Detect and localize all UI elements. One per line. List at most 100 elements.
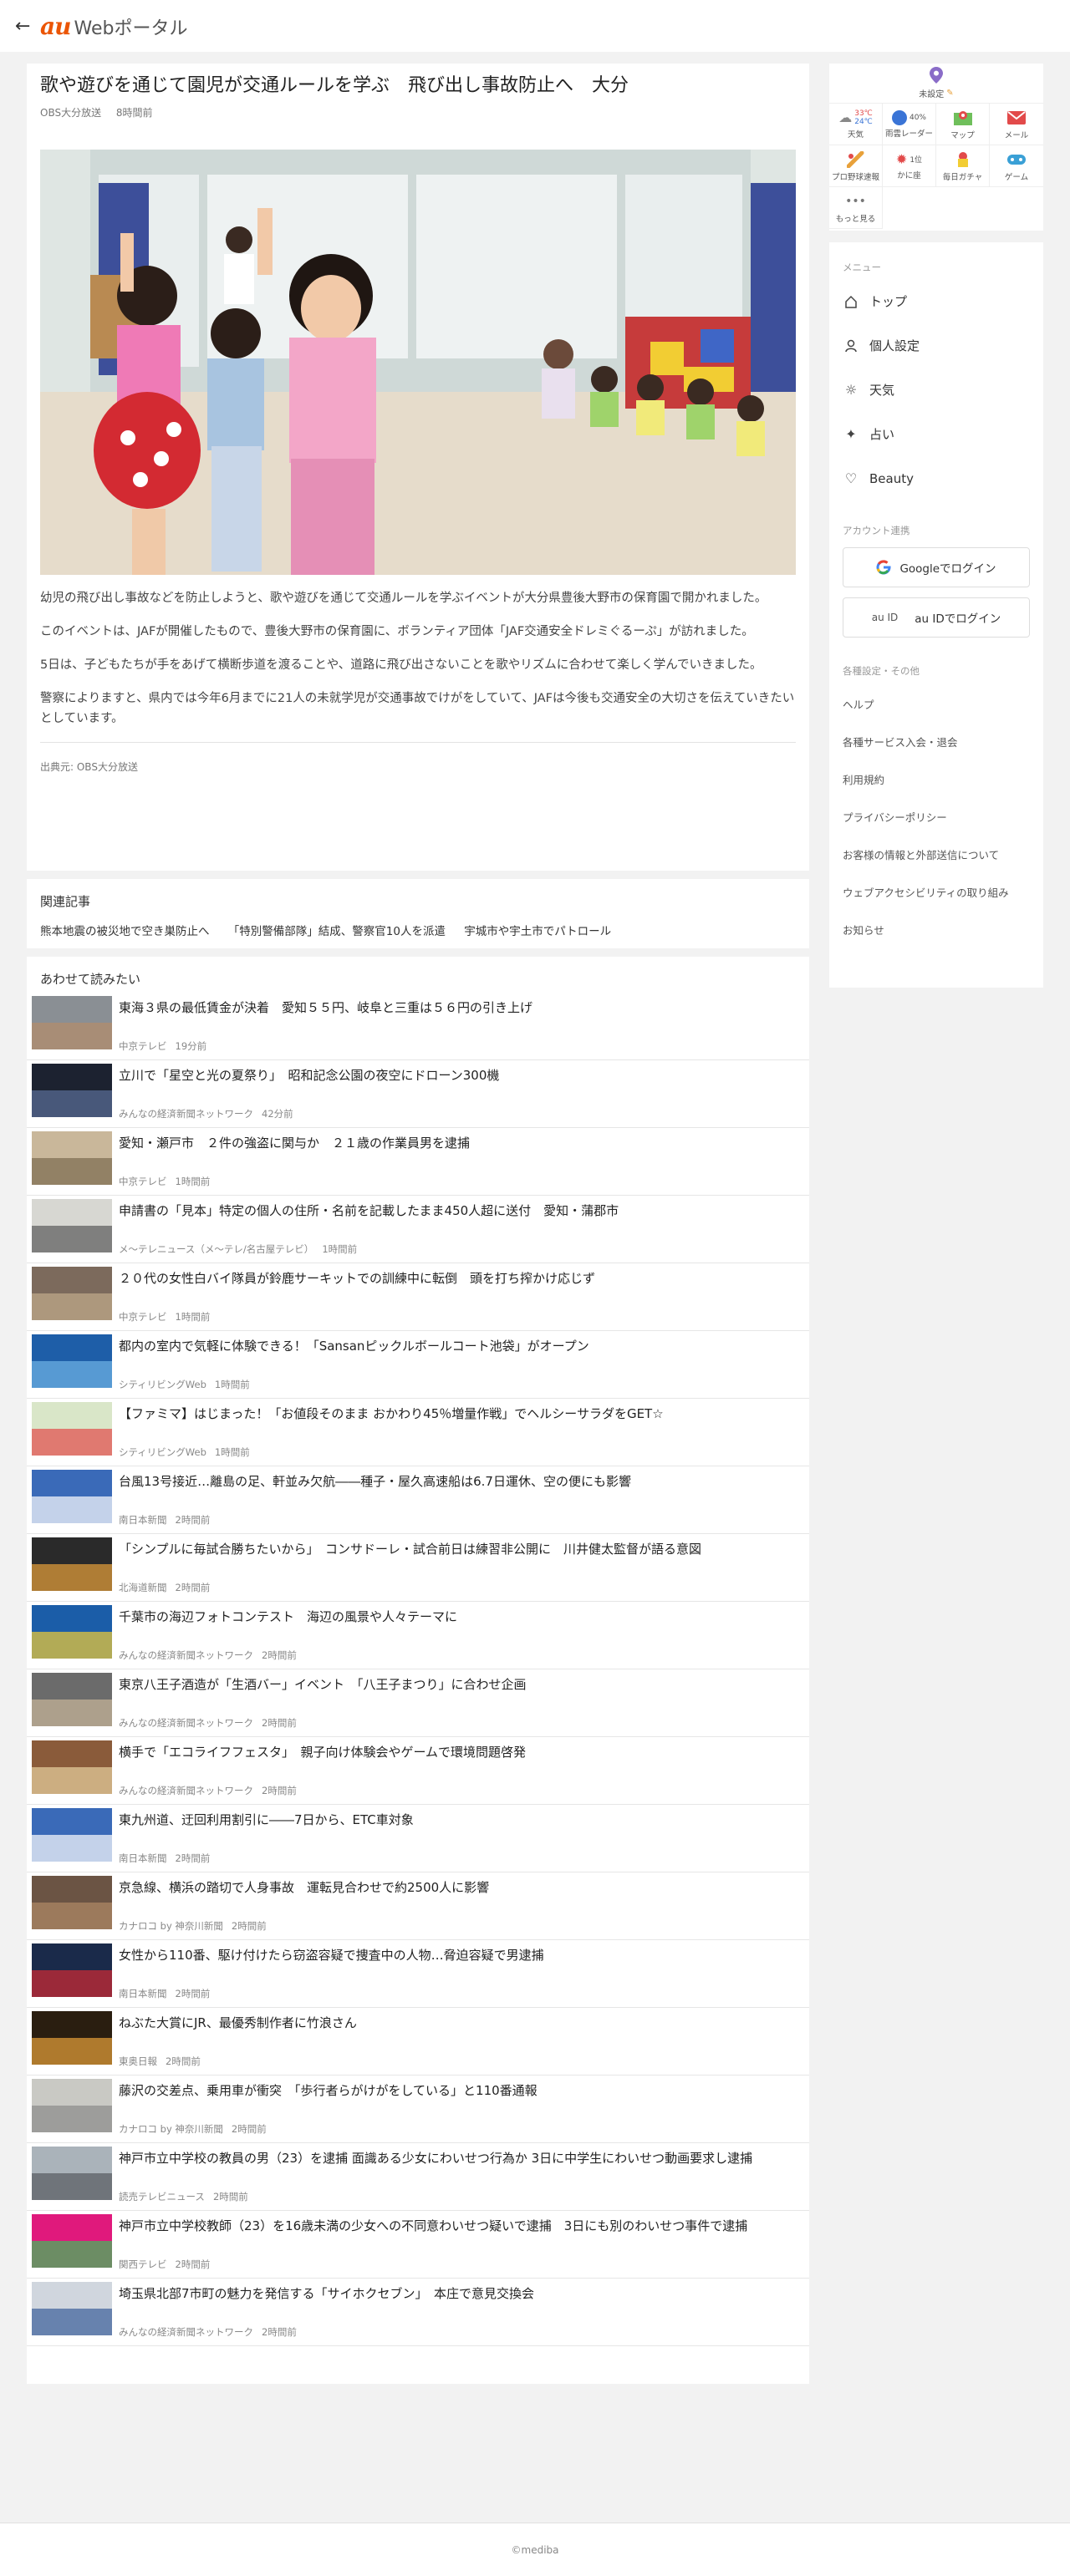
related-link[interactable]: 宇城市や宇土市でパトロール [464, 925, 611, 938]
menu-item-fortune[interactable]: ✦ 占い [843, 412, 1030, 456]
rain-label: 雨雲レーダー [884, 129, 933, 139]
article-thumbnail [32, 1740, 112, 1794]
recommended-item-source: メ〜テレニュース（メ〜テレ/名古屋テレビ） [119, 1243, 314, 1255]
location-setting[interactable]: 未設定 ✎ [829, 67, 1043, 104]
article-source: 出典元: OBS大分放送 [40, 761, 138, 773]
service-horoscope[interactable]: ✹ 1位 かに座 [883, 145, 936, 187]
recommended-item-title: 神戸市立中学校の教員の男（23）を逮捕 面識ある少女にわいせつ行為か 3日に中学… [119, 2151, 753, 2166]
recommended-item[interactable]: 申請書の「見本」特定の個人の住所・名前を記載したまま450人超に送付 愛知・蒲郡… [27, 1196, 809, 1263]
recommended-item-time: 2時間前 [175, 1852, 211, 1864]
article-meta: OBS大分放送 8時間前 [40, 105, 796, 119]
recommended-item-title: 横手で「エコライフフェスタ」 親子向け体験会やゲームで環境問題啓発 [119, 1745, 527, 1760]
recommended-item[interactable]: 【ファミマ】はじまった！「お値段そのまま おかわり45％増量作戦」でヘルシーサラ… [27, 1399, 809, 1466]
recommended-item[interactable]: 東九州道、迂回利用割引に――7日から、ETC車対象 南日本新聞 2時間前 [27, 1805, 809, 1872]
game-controller-icon [1006, 150, 1027, 169]
map-icon [953, 109, 973, 127]
recommended-item[interactable]: 愛知・瀬戸市 ２件の強盗に関与か ２１歳の作業員男を逮捕 中京テレビ 1時間前 [27, 1128, 809, 1196]
pencil-icon: ✎ [946, 89, 954, 98]
more-label: もっと見る [835, 214, 876, 224]
recommended-item-time: 2時間前 [175, 1514, 211, 1526]
recommended-item-time: 2時間前 [231, 2123, 267, 2135]
recommended-item-meta: みんなの経済新聞ネットワーク 2時間前 [119, 1784, 804, 1797]
recommended-item-time: 2時間前 [262, 1649, 297, 1661]
recommended-item[interactable]: 神戸市立中学校教師（23）を16歳未満の少女への不同意わいせつ疑いで逮捕 3日に… [27, 2211, 809, 2279]
service-game[interactable]: ゲーム [990, 145, 1043, 187]
auid-login-button[interactable]: au ID au IDでログイン [843, 597, 1030, 638]
terms-link[interactable]: 利用規約 [843, 761, 1030, 799]
service-rain-radar[interactable]: 40% 雨雲レーダー [883, 104, 936, 145]
recommended-item-meta: シティリビングWeb 1時間前 [119, 1378, 804, 1391]
recommended-item-time: 1時間前 [322, 1243, 358, 1255]
recommended-item[interactable]: 京急線、横浜の踏切で人身事故 運転見合わせで約2500人に影響 カナロコ by 神… [27, 1872, 809, 1940]
recommended-item-body: ねぶた大賞にJR、最優秀制作者に竹浪さん 東奥日報 2時間前 [119, 2011, 804, 2075]
service-weather[interactable]: ☁ 33℃ 24℃ 天気 [829, 104, 883, 145]
service-map[interactable]: マップ [936, 104, 990, 145]
article-title: 歌や遊びを通じて園児が交通ルールを学ぶ 飛び出し事故防止へ 大分 [40, 75, 629, 96]
related-link[interactable]: 「特別警備部隊」結成、警察官10人を派遣 [228, 925, 446, 938]
recommended-item-title: 都内の室内で気軽に体験できる！「Sansanピックルボールコート池袋」がオープン [119, 1339, 589, 1354]
recommended-item[interactable]: 「シンプルに毎試合勝ちたいから」 コンサドーレ・試合前日は練習非公開に 川井健太… [27, 1534, 809, 1602]
recommended-list: 東海３県の最低賃金が決着 愛知５５円、岐阜と三重は５６円の引き上げ 中京テレビ 19… [27, 993, 809, 2346]
recommended-item[interactable]: 台風13号接近…離島の足、軒並み欠航――種子・屋久高速船は6.7日運休、空の便に… [27, 1466, 809, 1534]
gacha-label: 毎日ガチャ [942, 172, 983, 182]
article-card: 歌や遊びを通じて園児が交通ルールを学ぶ 飛び出し事故防止へ 大分 OBS大分放送… [27, 64, 809, 871]
recommended-item-meta: みんなの経済新聞ネットワーク 42分前 [119, 1107, 804, 1120]
recommended-item-meta: メ〜テレニュース（メ〜テレ/名古屋テレビ） 1時間前 [119, 1242, 804, 1256]
back-arrow-icon[interactable]: ← [15, 16, 40, 37]
recommended-item-body: 立川で「星空と光の夏祭り」 昭和記念公園の夜空にドローン300機 みんなの経済新聞… [119, 1064, 804, 1127]
recommended-item[interactable]: 東海３県の最低賃金が決着 愛知５５円、岐阜と三重は５６円の引き上げ 中京テレビ 19… [27, 993, 809, 1060]
recommended-item-source: 南日本新聞 [119, 1988, 167, 1999]
help-link[interactable]: ヘルプ [843, 686, 1030, 724]
article-thumbnail [32, 996, 112, 1049]
service-join-link[interactable]: 各種サービス入会・退会 [843, 724, 1030, 761]
article-thumbnail [32, 1537, 112, 1591]
menu-item-weather[interactable]: ☼ 天気 [843, 368, 1030, 412]
recommended-item[interactable]: 都内の室内で気軽に体験できる！「Sansanピックルボールコート池袋」がオープン… [27, 1331, 809, 1399]
service-gacha[interactable]: 毎日ガチャ [936, 145, 990, 187]
au-web-portal-logo[interactable]: au Webポータル [40, 13, 187, 40]
external-transmission-link[interactable]: お客様の情報と外部送信について [843, 836, 1030, 874]
recommended-item[interactable]: 埼玉県北部7市町の魅力を発信する「サイホクセブン」 本庄で意見交換会 みんなの経済… [27, 2279, 809, 2346]
service-mail[interactable]: メール [990, 104, 1043, 145]
recommended-item[interactable]: 千葉市の海辺フォトコンテスト 海辺の風景や人々テーマに みんなの経済新聞ネットワー… [27, 1602, 809, 1669]
recommended-item[interactable]: 神戸市立中学校の教員の男（23）を逮捕 面識ある少女にわいせつ行為か 3日に中学… [27, 2143, 809, 2211]
recommended-item-time: 2時間前 [175, 2258, 211, 2270]
article-thumbnail [32, 1334, 112, 1388]
weather-label: 天気 [847, 130, 864, 140]
related-links: 熊本地震の被災地で空き巣防止へ 「特別警備部隊」結成、警察官10人を派遣 宇城市… [40, 922, 796, 938]
menu-item-top[interactable]: トップ [843, 279, 1030, 323]
recommended-item-meta: 東奥日報 2時間前 [119, 2055, 804, 2068]
menu-item-label: トップ [869, 294, 908, 309]
recommended-item-body: 申請書の「見本」特定の個人の住所・名前を記載したまま450人超に送付 愛知・蒲郡… [119, 1199, 804, 1263]
recommended-item-time: 2時間前 [231, 1920, 267, 1932]
recommended-item-time: 2時間前 [262, 1717, 297, 1729]
recommended-item[interactable]: 立川で「星空と光の夏祭り」 昭和記念公園の夜空にドローン300機 みんなの経済新聞… [27, 1060, 809, 1128]
recommended-item[interactable]: 横手で「エコライフフェスタ」 親子向け体験会やゲームで環境問題啓発みんなの経済新… [27, 1737, 809, 1805]
recommended-item[interactable]: ねぶた大賞にJR、最優秀制作者に竹浪さん 東奥日報 2時間前 [27, 2008, 809, 2076]
recommended-item-source: シティリビングWeb [119, 1446, 206, 1458]
recommended-item[interactable]: 東京八王子酒造が「生酒バー」イベント 「八王子まつり」に合わせ企画 みんなの経済新… [27, 1669, 809, 1737]
menu-item-beauty[interactable]: ♡ Beauty [843, 456, 1030, 500]
google-login-button[interactable]: Googleでログイン [843, 547, 1030, 587]
menu-item-label: 占い [869, 427, 895, 442]
game-label: ゲーム [1004, 172, 1029, 182]
privacy-link[interactable]: プライバシーポリシー [843, 799, 1030, 836]
google-login-label: Googleでログイン [899, 562, 996, 576]
recommended-item-title: 藤沢の交差点、乗用車が衝突 「歩行者らがけがをしている」と110番通報 [119, 2083, 538, 2098]
menu-item-personal-settings[interactable]: 個人設定 [843, 323, 1030, 368]
recommended-item[interactable]: ２０代の女性白バイ隊員が鈴鹿サーキットでの訓練中に転倒 頭を打ち搾かけ応じず 中京… [27, 1263, 809, 1331]
article-publisher: OBS大分放送 [40, 107, 102, 119]
recommended-item-meta: 南日本新聞 2時間前 [119, 1513, 804, 1527]
related-link[interactable]: 熊本地震の被災地で空き巣防止へ [40, 925, 210, 938]
service-more[interactable]: ••• もっと見る [829, 187, 883, 229]
recommended-item-source: 中京テレビ [119, 1311, 167, 1323]
service-baseball[interactable]: プロ野球速報 [829, 145, 883, 187]
recommended-item-title: 神戸市立中学校教師（23）を16歳未満の少女への不同意わいせつ疑いで逮捕 3日に… [119, 2218, 748, 2233]
notices-link[interactable]: お知らせ [843, 912, 1030, 949]
recommended-item[interactable]: 藤沢の交差点、乗用車が衝突 「歩行者らがけがをしている」と110番通報 カナロコ … [27, 2076, 809, 2143]
weather-low: 24℃ [854, 117, 873, 126]
recommended-item[interactable]: 女性から110番、駆け付けたら窃盗容疑で捜査中の人物…脅迫容疑で男逮捕 南日本新聞… [27, 1940, 809, 2008]
accessibility-link[interactable]: ウェブアクセシビリティの取り組み [843, 874, 1030, 912]
recommended-item-body: 神戸市立中学校教師（23）を16歳未満の少女への不同意わいせつ疑いで逮捕 3日に… [119, 2214, 804, 2278]
recommended-item-source: シティリビングWeb [119, 1379, 206, 1390]
